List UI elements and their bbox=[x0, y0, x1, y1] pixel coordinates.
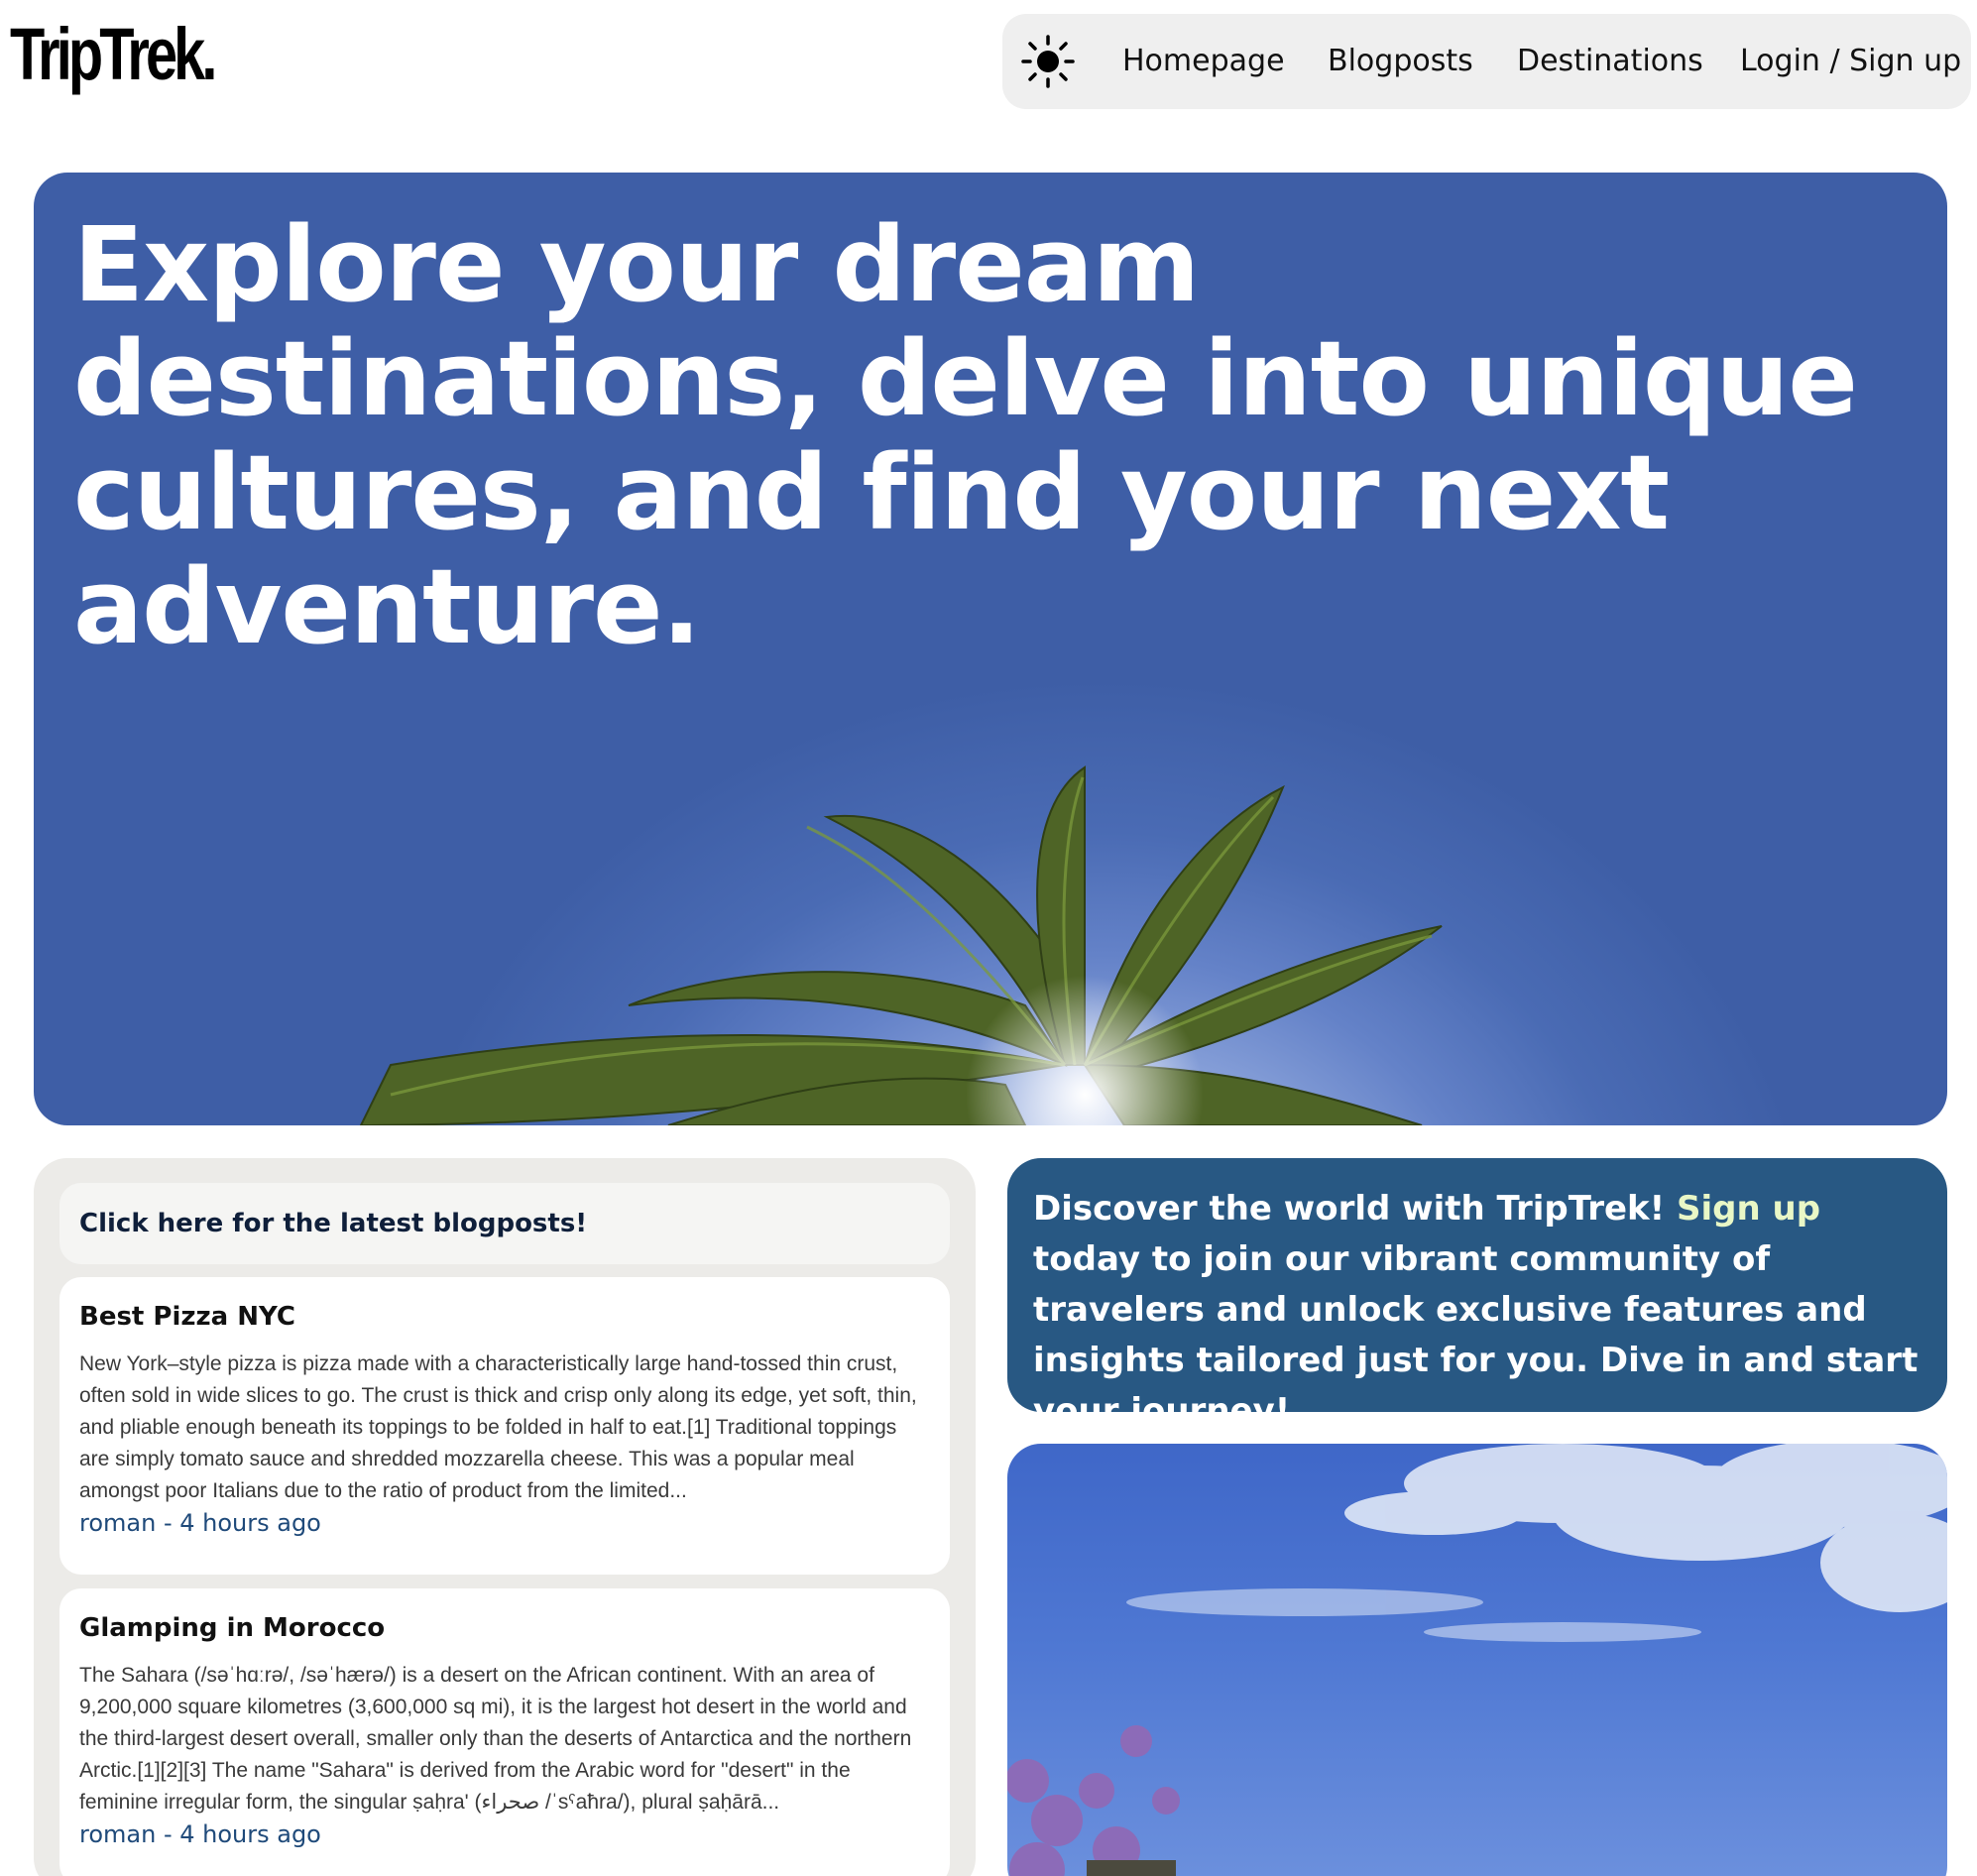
latest-blogposts-link[interactable]: Click here for the latest blogposts! bbox=[59, 1183, 950, 1264]
main-nav: Homepage Blogposts Destinations Login / … bbox=[1002, 14, 1971, 109]
latest-blogposts-panel: Click here for the latest blogposts! Bes… bbox=[34, 1158, 976, 1876]
promo-text-after: today to join our vibrant community of t… bbox=[1033, 1239, 1919, 1431]
blog-post-card[interactable]: Best Pizza NYC New York–style pizza is p… bbox=[59, 1277, 950, 1575]
blog-post-card[interactable]: Glamping in Morocco The Sahara (/səˈhɑːr… bbox=[59, 1588, 950, 1876]
blog-post-excerpt: New York–style pizza is pizza made with … bbox=[79, 1352, 917, 1502]
hero-banner: Explore your dream destinations, delve i… bbox=[34, 173, 1947, 1125]
nav-blogposts[interactable]: Blogposts bbox=[1328, 14, 1473, 109]
nav-login-signup[interactable]: Login / Sign up bbox=[1740, 14, 1961, 109]
blog-post-meta: roman - 4 hours ago bbox=[79, 1820, 321, 1848]
blog-post-title: Best Pizza NYC bbox=[79, 1302, 295, 1332]
nav-homepage[interactable]: Homepage bbox=[1122, 14, 1285, 109]
sky-wisteria-image bbox=[1007, 1444, 1947, 1876]
blog-post-excerpt: The Sahara (/səˈhɑːrə/, /səˈhærə/) is a … bbox=[79, 1664, 912, 1814]
sun-icon[interactable] bbox=[1020, 34, 1076, 89]
logo[interactable]: TripTrek. bbox=[10, 18, 217, 91]
nav-destinations[interactable]: Destinations bbox=[1517, 14, 1703, 109]
signup-promo: Discover the world with TripTrek! Sign u… bbox=[1007, 1158, 1947, 1431]
blog-post-title: Glamping in Morocco bbox=[79, 1613, 386, 1643]
signup-link[interactable]: Sign up bbox=[1677, 1189, 1820, 1229]
promo-text-before: Discover the world with TripTrek! bbox=[1033, 1189, 1677, 1229]
hero-headline: Explore your dream destinations, delve i… bbox=[73, 204, 1858, 667]
blog-post-meta: roman - 4 hours ago bbox=[79, 1509, 321, 1537]
